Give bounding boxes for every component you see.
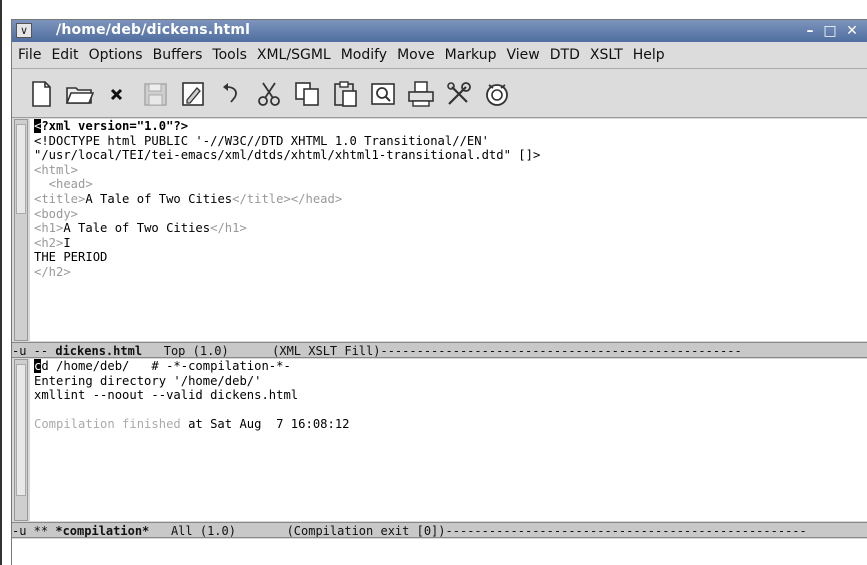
menu-xslt[interactable]: XSLT — [585, 47, 628, 63]
entering-directory: Entering directory '/home/deb/' — [34, 373, 262, 388]
title-close-tag: </title></head> — [232, 191, 343, 206]
cd-command: d /home/deb/ # -*-compilation-*- — [41, 359, 291, 373]
window-menu-icon[interactable]: ∨ — [16, 23, 32, 38]
compilation-mode[interactable]: (Compilation exit [0]) — [287, 524, 446, 537]
h2-text: I — [63, 235, 71, 250]
mode-line-fill: ----------------------------------------… — [380, 344, 742, 358]
mode-line-upper[interactable]: -u -- dickens.html Top (1.0) (XML XSLT F… — [12, 342, 867, 358]
save-icon[interactable] — [140, 79, 170, 109]
toolbar — [12, 69, 867, 118]
h2-open-tag: <h2> — [34, 235, 64, 250]
compilation-pane[interactable]: cd /home/deb/ # -*-compilation-*- Enteri… — [30, 359, 867, 521]
minibuffer[interactable] — [12, 539, 867, 565]
h2-close-tag: </h2> — [34, 264, 71, 279]
xmllint-command: xmllint --noout --valid dickens.html — [34, 388, 299, 403]
menu-file[interactable]: File — [12, 47, 46, 63]
menu-tools[interactable]: Tools — [207, 47, 252, 63]
new-file-icon[interactable] — [26, 79, 56, 109]
lower-scrollbar[interactable] — [14, 359, 28, 521]
save-as-icon[interactable] — [178, 79, 208, 109]
body-open-tag: <body> — [34, 206, 79, 221]
xml-editor-pane[interactable]: <?xml version="1.0"?> <!DOCTYPE html PUB… — [30, 119, 867, 341]
buffer-name[interactable]: dickens.html — [55, 344, 142, 357]
h1-text: A Tale of Two Cities — [63, 221, 211, 236]
paste-icon[interactable] — [330, 79, 360, 109]
menu-move[interactable]: Move — [392, 47, 440, 63]
menu-buffers[interactable]: Buffers — [148, 47, 208, 63]
copy-icon[interactable] — [292, 79, 322, 109]
undo-icon[interactable] — [216, 79, 246, 109]
mode-line-fill-2: ----------------------------------------… — [445, 524, 807, 538]
title-bar[interactable]: ∨ /home/deb/dickens.html – □ ✕ — [12, 20, 867, 42]
xml-declaration: ?xml version="1.0"?> — [41, 119, 189, 133]
upper-scroll-thumb[interactable] — [16, 124, 26, 214]
menu-modify[interactable]: Modify — [336, 47, 392, 63]
upper-scrollbar[interactable] — [14, 119, 28, 341]
mode-line-prefix: -u -- — [12, 344, 56, 358]
menu-edit[interactable]: Edit — [46, 47, 83, 63]
menu-view[interactable]: View — [502, 47, 545, 63]
help-icon[interactable] — [482, 79, 512, 109]
compilation-timestamp: at Sat Aug 7 16:08:12 — [180, 417, 350, 432]
h1-close-tag: </h1> — [210, 221, 247, 236]
compilation-status: Compilation finished — [34, 417, 181, 432]
customize-icon[interactable] — [444, 79, 474, 109]
search-icon[interactable] — [368, 79, 398, 109]
menu-dtd[interactable]: DTD — [545, 47, 585, 63]
h1-open-tag: <h1> — [34, 221, 64, 236]
minimize-icon[interactable]: – — [802, 23, 818, 39]
menu-help[interactable]: Help — [628, 47, 670, 63]
mode-line-lower[interactable]: -u ** *compilation* All (1.0) (Compilati… — [12, 522, 867, 538]
title-text: A Tale of Two Cities — [85, 191, 233, 206]
desktop-edge — [0, 0, 2, 565]
maximize-icon[interactable]: □ — [822, 23, 838, 39]
open-folder-icon[interactable] — [64, 79, 95, 109]
buffer-position: Top (1.0) — [142, 344, 265, 358]
close-icon[interactable] — [102, 79, 132, 109]
window-title: /home/deb/dickens.html — [56, 22, 251, 38]
lower-scroll-thumb[interactable] — [16, 364, 26, 496]
major-modes[interactable]: (XML XSLT Fill) — [265, 344, 380, 357]
menu-bar: File Edit Options Buffers Tools XML/SGML… — [12, 42, 867, 69]
cut-icon[interactable] — [254, 79, 284, 109]
title-open-tag: <title> — [34, 191, 86, 206]
menu-markup[interactable]: Markup — [440, 47, 502, 63]
emacs-window: ∨ /home/deb/dickens.html – □ ✕ File Edit… — [11, 19, 867, 565]
head-open-tag: <head> — [34, 177, 93, 192]
menu-xml-sgml[interactable]: XML/SGML — [252, 47, 336, 63]
compilation-buffer-name[interactable]: *compilation* — [55, 524, 149, 537]
menu-options[interactable]: Options — [84, 47, 148, 63]
print-icon[interactable] — [406, 79, 436, 109]
compilation-position: All (1.0) — [149, 524, 287, 538]
doctype-line-2: "/usr/local/TEI/tei-emacs/xml/dtds/xhtml… — [34, 148, 541, 163]
html-open-tag: <html> — [34, 162, 79, 177]
mode-line-prefix-2: -u ** — [12, 524, 56, 538]
doctype-line-1: <!DOCTYPE html PUBLIC '-//W3C//DTD XHTML… — [34, 133, 489, 148]
close-window-icon[interactable]: ✕ — [844, 23, 860, 39]
period-text: THE PERIOD — [34, 250, 108, 265]
